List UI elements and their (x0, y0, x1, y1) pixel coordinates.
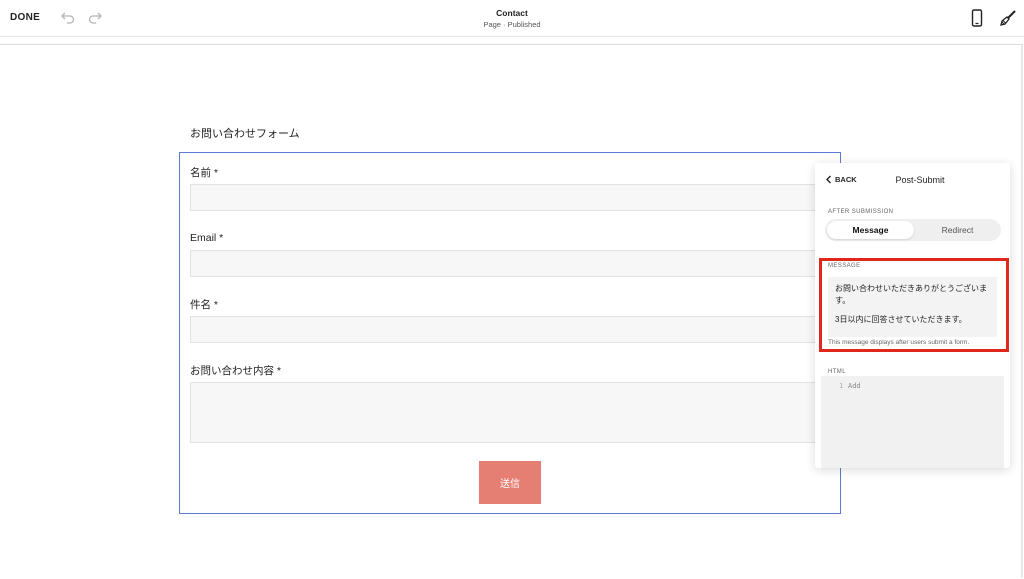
page-title: Contact (496, 8, 528, 18)
after-submission-label: AFTER SUBMISSION (828, 209, 894, 215)
page-title-block: Contact Page · Published (0, 8, 1024, 29)
message-line-2: 3日以内に回答させていただきます。 (835, 314, 967, 324)
html-section-label: HTML (828, 369, 846, 375)
redirect-option[interactable]: Redirect (914, 221, 1001, 239)
line-number: 1 (839, 382, 844, 390)
post-submit-panel: BACK Post-Submit AFTER SUBMISSION Messag… (815, 163, 1010, 468)
message-help-text: This message displays after users submit… (828, 339, 970, 346)
after-submission-toggle: Message Redirect (825, 219, 1001, 241)
message-line-1: お問い合わせいただきありがとうございます。 (835, 284, 987, 306)
form-heading: お問い合わせフォーム (190, 128, 300, 140)
name-field[interactable] (190, 184, 822, 211)
name-label: 名前 * (190, 167, 219, 179)
subject-label: 件名 * (190, 299, 219, 311)
email-field[interactable] (190, 250, 822, 277)
mobile-preview-icon[interactable] (971, 9, 983, 27)
panel-title: Post-Submit (895, 175, 945, 185)
submit-button[interactable]: 送信 (479, 461, 541, 504)
html-placeholder: Add (848, 382, 861, 390)
top-bar: DONE Contact Page · Published (0, 0, 1024, 37)
message-input[interactable]: お問い合わせいただきありがとうございます。 3日以内に回答させていただきます。 (828, 277, 997, 337)
inquiry-textarea[interactable] (190, 382, 822, 443)
subject-field[interactable] (190, 316, 822, 343)
html-code-editor[interactable]: 1 Add (821, 376, 1004, 468)
email-label: Email * (190, 232, 224, 244)
inquiry-label: お問い合わせ内容 * (190, 365, 282, 377)
message-option[interactable]: Message (827, 221, 914, 239)
design-brush-icon[interactable] (999, 9, 1017, 27)
message-section-label: MESSAGE (828, 263, 861, 269)
page-status: Page · Published (483, 20, 541, 29)
